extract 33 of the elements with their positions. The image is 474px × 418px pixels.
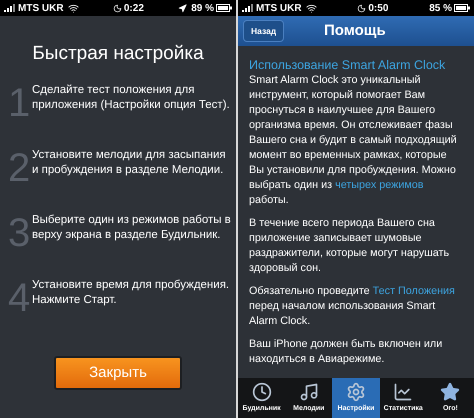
star-icon [440, 382, 460, 402]
help-paragraph: Обязательно проведите Тест Положения перед началом использования Smart Alarm Clock. [249, 284, 456, 329]
help-link[interactable]: Тест Положения [372, 285, 455, 297]
battery-icon [454, 4, 470, 12]
signal-icon [4, 4, 16, 12]
signal-icon [242, 4, 254, 12]
help-link[interactable]: четырех режимов [335, 179, 424, 191]
back-button[interactable]: Назад [243, 20, 284, 42]
clock-icon [252, 382, 272, 402]
help-paragraph: В течение всего периода Вашего сна приложение записывает шумовые раздражители, которые могут нарушать здоровый сон. [249, 216, 450, 276]
help-paragraph: Smart Alarm Clock это уникальный инструмент, который помогает Вам проснуться в наилучшее для Вашего организма время. Он отслеживает фазы Вашего сна и будит в самый подходящий момент во временных рамках, которые Вы установили для пробуждения. Можно выбрать один из четырех режимов работы. [249, 73, 458, 208]
clock-time: 0:50 [368, 2, 388, 16]
step-text: Сделайте тест положения для приложения (Настройки опция Тест). [32, 82, 231, 112]
step-text: Установите мелодии для засыпания и пробуждения в разделе Мелодии. [32, 148, 227, 178]
screen-title: Быстрая настройка [31, 42, 205, 66]
clock-time: 0:22 [124, 2, 144, 16]
chart-icon [393, 382, 414, 402]
wifi-icon [68, 2, 79, 14]
battery-percent: 89 % [191, 2, 214, 16]
step-text: Выберите один из режимов работы в верху экрана в разделе Будильник. [32, 212, 232, 242]
carrier-name: MTS UKR [256, 2, 302, 16]
battery-percent: 85 % [429, 2, 452, 16]
wifi-icon [306, 2, 317, 14]
help-paragraph: Ваш iPhone должен быть включен или находиться в Авиарежиме. [249, 337, 444, 367]
nav-title: Помощь [324, 20, 386, 41]
help-heading: Использование Smart Alarm Clock [249, 58, 446, 73]
step-text: Установите время для пробуждения. Нажмите Старт. [32, 278, 230, 308]
moon-icon [357, 4, 366, 12]
settings-icon [346, 382, 366, 402]
battery-icon [216, 4, 232, 12]
moon-icon [112, 4, 122, 12]
carrier-name: MTS UKR [18, 2, 64, 16]
music-note-icon [298, 382, 319, 402]
